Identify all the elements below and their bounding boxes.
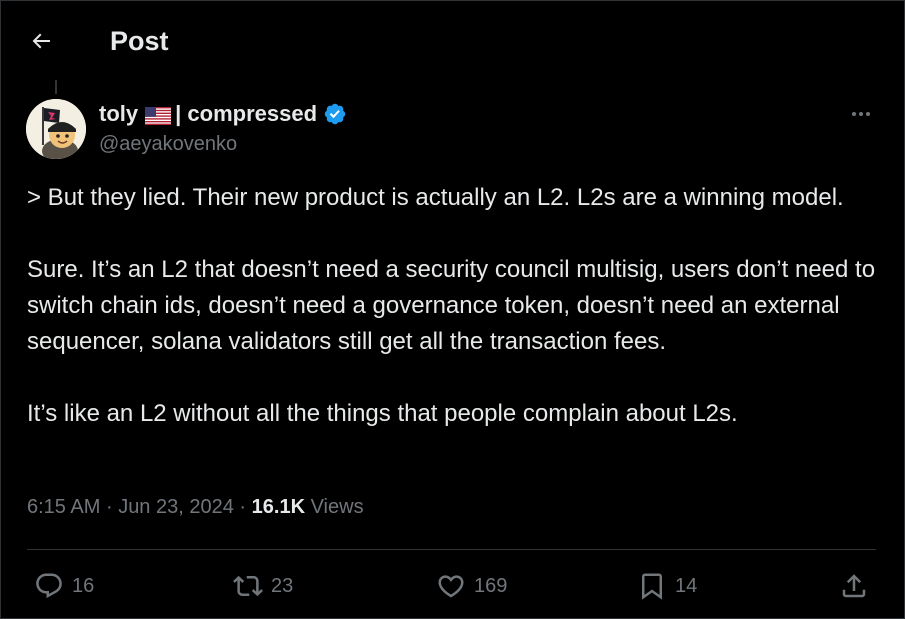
meta-separator: · bbox=[105, 496, 113, 518]
thread-connector bbox=[55, 80, 57, 94]
bookmark-button[interactable]: 14 bbox=[637, 569, 697, 603]
repost-button[interactable]: 23 bbox=[233, 569, 293, 603]
author-name-suffix[interactable]: | compressed bbox=[175, 101, 317, 127]
more-horizontal-icon bbox=[852, 112, 870, 116]
bookmark-count: 14 bbox=[675, 574, 698, 597]
tweet-date[interactable]: Jun 23, 2024 bbox=[118, 496, 234, 518]
reply-button[interactable]: 16 bbox=[34, 569, 94, 603]
header-bar: Post bbox=[0, 0, 905, 82]
reply-icon bbox=[36, 573, 62, 599]
back-button[interactable] bbox=[24, 24, 58, 58]
page-title: Post bbox=[110, 26, 169, 56]
bookmark-icon bbox=[642, 573, 662, 600]
share-button[interactable] bbox=[839, 569, 869, 603]
views-label: Views bbox=[310, 496, 364, 518]
reply-count: 16 bbox=[72, 574, 95, 597]
repost-count: 23 bbox=[271, 574, 294, 597]
us-flag-icon bbox=[145, 105, 172, 125]
tweet-paragraph: Sure. It’s an L2 that doesn’t need a sec… bbox=[27, 256, 876, 355]
author-name-row[interactable]: toly | compressed bbox=[99, 100, 347, 128]
repost-icon bbox=[233, 575, 263, 597]
meta-separator: · bbox=[239, 496, 247, 518]
avatar-pirate-illustration bbox=[26, 99, 86, 159]
views-count: 16.1K bbox=[251, 496, 306, 518]
author-handle[interactable]: @aeyakovenko bbox=[99, 133, 237, 156]
share-icon bbox=[842, 574, 866, 598]
tweet-paragraph: It’s like an L2 without all the things t… bbox=[27, 400, 738, 427]
verified-badge-icon[interactable] bbox=[323, 102, 347, 126]
avatar[interactable] bbox=[26, 99, 86, 159]
divider bbox=[27, 549, 876, 550]
tweet-meta: 6:15 AM · Jun 23, 2024 · 16.1K Views bbox=[27, 496, 364, 519]
author-name[interactable]: toly bbox=[99, 101, 138, 127]
like-count: 169 bbox=[474, 574, 508, 597]
tweet-paragraph: > But they lied. Their new product is ac… bbox=[27, 184, 844, 211]
tweet-text: > But they lied. Their new product is ac… bbox=[27, 180, 887, 432]
more-options-button[interactable] bbox=[843, 100, 879, 128]
tweet-time[interactable]: 6:15 AM bbox=[27, 496, 100, 518]
like-button[interactable]: 169 bbox=[436, 569, 507, 603]
heart-icon bbox=[438, 575, 464, 598]
arrow-left-icon bbox=[32, 33, 50, 49]
